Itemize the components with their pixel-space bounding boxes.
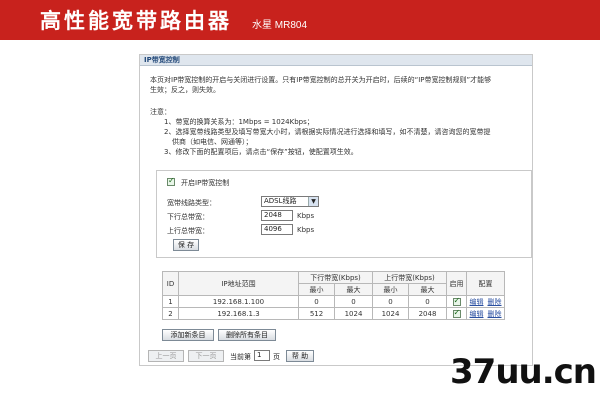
col-down-min: 最小 — [298, 283, 335, 296]
row-id: 1 — [162, 295, 179, 308]
col-id: ID — [162, 271, 179, 296]
bandwidth-rules-table: ID IP地址范围 下行带宽(Kbps) 上行带宽(Kbps) 启用 配置 最小… — [162, 271, 505, 320]
table-header-row: ID IP地址范围 下行带宽(Kbps) 上行带宽(Kbps) 启用 配置 — [162, 271, 505, 296]
note-item: 2、选择宽带线路类型及填写带宽大小时，请根据实际情况进行选择和填写，如不清楚，请… — [164, 128, 491, 136]
intro-line: 本页对IP带宽控制的开启与关闭进行设置。只有IP带宽控制的总开关为开启时，后续的… — [150, 76, 492, 84]
down-bandwidth-label: 下行总带宽： — [167, 213, 209, 221]
notes: 注意： 1、带宽的换算关系为：1Mbps = 1024Kbps； 2、选择宽带线… — [150, 107, 528, 157]
line-type-value: ADSL线路 — [264, 197, 297, 205]
row-down-min: 0 — [298, 295, 335, 308]
intro-line: 生效；反之，则失效。 — [150, 86, 220, 94]
next-page-button[interactable]: 下一页 — [188, 350, 224, 362]
delete-link[interactable]: 删除 — [488, 298, 502, 306]
col-down: 下行带宽(Kbps) — [298, 271, 373, 284]
delete-link[interactable]: 删除 — [488, 310, 502, 318]
row-up-max: 0 — [408, 295, 447, 308]
site-watermark: 37uu.cn — [450, 352, 597, 392]
down-bandwidth-input[interactable]: 2048 — [261, 210, 293, 221]
table-row: 2 192.168.1.3 512 1024 1024 2048 编辑删除 — [162, 307, 505, 320]
row-config-cell: 编辑 删除 — [466, 295, 505, 308]
row-config-cell: 编辑 删除 — [466, 307, 505, 320]
row-enable-checkbox[interactable] — [452, 308, 461, 318]
up-bandwidth-label: 上行总带宽： — [167, 227, 209, 235]
note-item: 1、带宽的换算关系为：1Mbps = 1024Kbps； — [164, 118, 314, 126]
row-up-min: 1024 — [372, 307, 409, 320]
down-unit: Kbps — [297, 212, 315, 220]
line-type-label: 宽带线路类型： — [167, 199, 216, 207]
row-up-min: 0 — [372, 295, 409, 308]
row-enable-cell — [446, 307, 467, 320]
col-ip-range: IP地址范围 — [178, 271, 299, 296]
note-item: 3、修改下面的配置项后，请点击“保存”按钮，使配置项生效。 — [164, 148, 358, 156]
chevron-down-icon: ▼ — [308, 197, 318, 206]
col-up-max: 最大 — [408, 283, 447, 296]
row-down-max: 1024 — [334, 307, 373, 320]
line-type-select[interactable]: ADSL线路 ▼ — [261, 196, 319, 207]
note-label: 注意： — [150, 108, 171, 116]
page-select[interactable]: 1 — [254, 350, 270, 361]
table-row: 1 192.168.1.100 0 0 0 0 编辑删除 — [162, 295, 505, 308]
row-enable-cell — [446, 295, 467, 308]
up-unit: Kbps — [297, 226, 315, 234]
product-model: 水星 MR804 — [252, 20, 308, 31]
col-up: 上行带宽(Kbps) — [372, 271, 447, 284]
intro-text: 本页对IP带宽控制的开启与关闭进行设置。只有IP带宽控制的总开关为开启时，后续的… — [150, 75, 528, 95]
current-page-prefix: 当前第 — [230, 353, 251, 361]
up-bandwidth-input[interactable]: 4096 — [261, 224, 293, 235]
row-ip: 192.168.1.100 — [178, 295, 299, 308]
row-up-max: 2048 — [408, 307, 447, 320]
header-banner: 高性能宽带路由器 水星 MR804 — [0, 0, 600, 40]
help-button[interactable]: 帮 助 — [286, 350, 314, 362]
delete-all-button[interactable]: 删除所有条目 — [218, 329, 276, 341]
row-down-max: 0 — [334, 295, 373, 308]
product-title: 高性能宽带路由器 — [40, 9, 232, 33]
enable-bandwidth-label: 开启IP带宽控制 — [181, 179, 230, 187]
col-down-max: 最大 — [334, 283, 373, 296]
save-button[interactable]: 保 存 — [173, 239, 199, 251]
enable-bandwidth-checkbox[interactable] — [167, 176, 175, 186]
panel-title: IP带宽控制 — [140, 55, 532, 66]
bandwidth-settings-box: 开启IP带宽控制 宽带线路类型： ADSL线路 ▼ 下行总带宽： 2048 Kb… — [156, 170, 532, 258]
row-enable-checkbox[interactable] — [452, 296, 461, 306]
add-entry-button[interactable]: 添加新条目 — [162, 329, 214, 341]
row-down-min: 512 — [298, 307, 335, 320]
col-config: 配置 — [466, 271, 505, 296]
col-up-min: 最小 — [372, 283, 409, 296]
col-enable: 启用 — [446, 271, 467, 296]
edit-link[interactable]: 编辑 — [470, 310, 484, 318]
prev-page-button[interactable]: 上一页 — [148, 350, 184, 362]
row-id: 2 — [162, 307, 179, 320]
page-suffix: 页 — [273, 353, 280, 361]
row-ip: 192.168.1.3 — [178, 307, 299, 320]
edit-link[interactable]: 编辑 — [470, 298, 484, 306]
note-item: 供商（如电信、网通等）； — [172, 138, 253, 146]
